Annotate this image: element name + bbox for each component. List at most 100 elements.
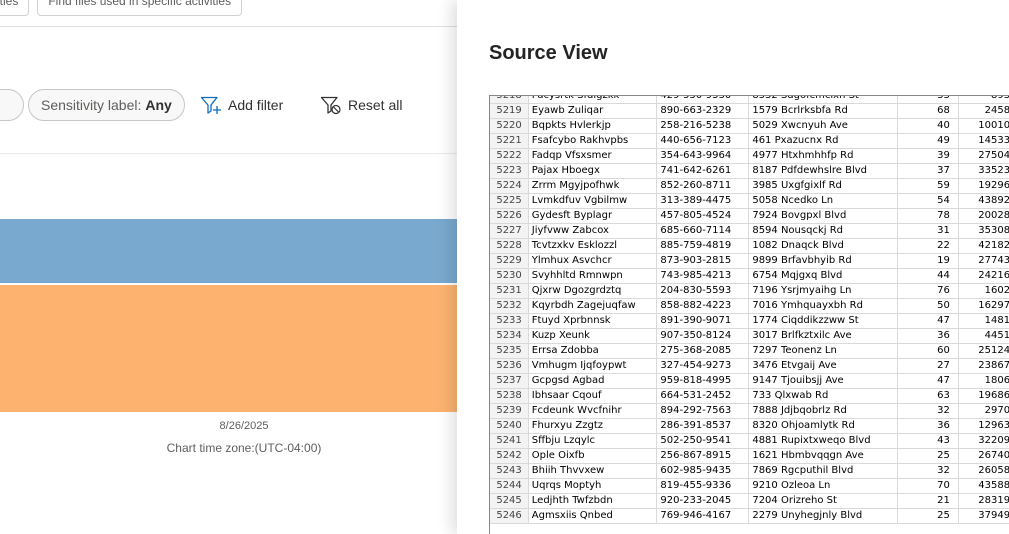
cell-age: 68 <box>897 103 959 119</box>
cell-amount: 24216.25 <box>958 268 1009 284</box>
table-row: 5241 Sffbju Lzqylc 502-250-9541 4881 Rupixt… <box>490 433 1009 449</box>
cell-name: Bhiih Thvvxew <box>528 463 658 479</box>
cell-name: Ople Oixfb <box>528 448 658 464</box>
cell-amount: 27743.27 <box>958 253 1009 269</box>
cell-address: 9147 Tjouibsjj Ave <box>748 373 898 389</box>
spreadsheet-body: 5218 Pacysrtk Sfdigzkk 429-550-9330 8532 Sd… <box>490 96 1009 524</box>
cell-name: Sffbju Lzqylc <box>528 433 658 449</box>
cell-amount: 4451.32 <box>958 328 1009 344</box>
row-number: 5240 <box>490 418 529 434</box>
cell-amount: 20028.47 <box>958 208 1009 224</box>
table-row: 5227 Jiyfvww Zabcox 685-660-7114 8594 Nousq… <box>490 223 1009 239</box>
cell-name: Errsa Zdobba <box>528 343 658 359</box>
cell-amount: 1481.43 <box>958 313 1009 329</box>
cell-address: 5058 Ncedko Ln <box>748 193 898 209</box>
cell-phone: 894-292-7563 <box>656 403 750 419</box>
cell-age: 43 <box>897 433 959 449</box>
chart-bar-series-2[interactable] <box>0 285 457 412</box>
activities-chip-label: vities <box>0 0 19 8</box>
sensitivity-label-filter[interactable]: Sensitivity label: Any <box>28 89 185 121</box>
source-view-panel: Source View 5218 Pacysrtk Sfdigzkk 429-550… <box>457 0 1009 534</box>
row-number: 5220 <box>490 118 529 134</box>
cell-age: 21 <box>897 493 959 509</box>
table-row: 5234 Kuzp Xeunk 907-350-8124 3017 Brlfkztxi… <box>490 328 1009 344</box>
cell-amount: 43892.19 <box>958 193 1009 209</box>
add-filter-button[interactable]: Add filter <box>200 95 283 115</box>
cell-address: 7196 Ysrjmyaihg Ln <box>748 283 898 299</box>
cell-amount: 19296.63 <box>958 178 1009 194</box>
cell-phone: 741-642-6261 <box>656 163 750 179</box>
cell-phone: 769-946-4167 <box>656 508 750 524</box>
row-number: 5233 <box>490 313 529 329</box>
cell-name: Fadqp Vfsxsmer <box>528 148 658 164</box>
cell-phone: 959-818-4995 <box>656 373 750 389</box>
cell-phone: 440-656-7123 <box>656 133 750 149</box>
cell-phone: 852-260-8711 <box>656 178 750 194</box>
cell-amount: 32209.08 <box>958 433 1009 449</box>
table-row: 5225 Lvmkdfuv Vgbilmw 313-389-4475 5058 Nce… <box>490 193 1009 209</box>
cell-name: Jiyfvww Zabcox <box>528 223 658 239</box>
cell-phone: 258-216-5238 <box>656 118 750 134</box>
row-number: 5231 <box>490 283 529 299</box>
cell-age: 44 <box>897 268 959 284</box>
cell-name: Ylmhux Asvchcr <box>528 253 658 269</box>
cell-name: Bqpkts Hvlerkjp <box>528 118 658 134</box>
cell-address: 7869 Rgcputhil Blvd <box>748 463 898 479</box>
cell-age: 47 <box>897 373 959 389</box>
spreadsheet-preview[interactable]: 5218 Pacysrtk Sfdigzkk 429-550-9330 8532 Sd… <box>489 95 1009 534</box>
cell-phone: 890-663-2329 <box>656 103 750 119</box>
cell-amount: 24589.1 <box>958 103 1009 119</box>
cell-age: 36 <box>897 328 959 344</box>
row-number: 5237 <box>490 373 529 389</box>
table-row: 5229 Ylmhux Asvchcr 873-903-2815 9899 Brfav… <box>490 253 1009 269</box>
row-number: 5243 <box>490 463 529 479</box>
cell-age: 22 <box>897 238 959 254</box>
table-row: 5237 Gcpgsd Agbad 959-818-4995 9147 Tjouibs… <box>490 373 1009 389</box>
row-number: 5244 <box>490 478 529 494</box>
cell-age: 59 <box>897 178 959 194</box>
cell-address: 7016 Ymhquayxbh Rd <box>748 298 898 314</box>
row-number: 5239 <box>490 403 529 419</box>
chart-timezone-label: Chart time zone:(UTC-04:00) <box>166 441 322 455</box>
cell-name: Gcpgsd Agbad <box>528 373 658 389</box>
row-number: 5223 <box>490 163 529 179</box>
table-row: 5231 Qjxrw Dgozgrdztq 204-830-5593 7196 Ysr… <box>490 283 1009 299</box>
cell-phone: 885-759-4819 <box>656 238 750 254</box>
cell-name: Kqyrbdh Zagejuqfaw <box>528 298 658 314</box>
cell-age: 76 <box>897 283 959 299</box>
cell-address: 1621 Hbmbvqqgn Ave <box>748 448 898 464</box>
cell-age: 19 <box>897 253 959 269</box>
table-row: 5222 Fadqp Vfsxsmer 354-643-9964 4977 Htxhm… <box>490 148 1009 164</box>
cell-name: Fcdeunk Wvcfnihr <box>528 403 658 419</box>
sensitivity-label-filter-label: Sensitivity label: <box>41 97 142 113</box>
find-files-chip[interactable]: Find files used in specific activities <box>37 0 243 16</box>
cell-name: Ledjhth Twfzbdn <box>528 493 658 509</box>
table-row: 5243 Bhiih Thvvxew 602-985-9435 7869 Rgcput… <box>490 463 1009 479</box>
cell-address: 461 Pxazucnx Rd <box>748 133 898 149</box>
activities-chip[interactable]: vities <box>0 0 30 16</box>
cell-age: 25 <box>897 448 959 464</box>
table-row: 5226 Gydesft Byplagr 457-805-4524 7924 Bovg… <box>490 208 1009 224</box>
cell-name: Kuzp Xeunk <box>528 328 658 344</box>
cell-address: 5029 Xwcnyuh Ave <box>748 118 898 134</box>
cell-address: 8320 Ohjoamlytk Rd <box>748 418 898 434</box>
filter-pill-partial[interactable]: y <box>0 89 24 121</box>
cell-phone: 327-454-9273 <box>656 358 750 374</box>
cell-phone: 664-531-2452 <box>656 388 750 404</box>
row-number: 5230 <box>490 268 529 284</box>
cell-age: 39 <box>897 148 959 164</box>
spreadsheet-table: 5218 Pacysrtk Sfdigzkk 429-550-9330 8532 Sd… <box>490 96 1009 524</box>
cell-age: 47 <box>897 313 959 329</box>
cell-name: Gydesft Byplagr <box>528 208 658 224</box>
cell-age: 37 <box>897 163 959 179</box>
chart-bar-series-1[interactable] <box>0 219 457 283</box>
row-number: 5232 <box>490 298 529 314</box>
cell-age: 31 <box>897 223 959 239</box>
cell-age: 25 <box>897 508 959 524</box>
cell-age: 40 <box>897 118 959 134</box>
cell-phone: 858-882-4223 <box>656 298 750 314</box>
cell-phone: 685-660-7114 <box>656 223 750 239</box>
row-number: 5224 <box>490 178 529 194</box>
reset-all-button[interactable]: Reset all <box>320 95 402 115</box>
table-row: 5244 Uqrqs Moptyh 819-455-9336 9210 Ozleoa … <box>490 478 1009 494</box>
